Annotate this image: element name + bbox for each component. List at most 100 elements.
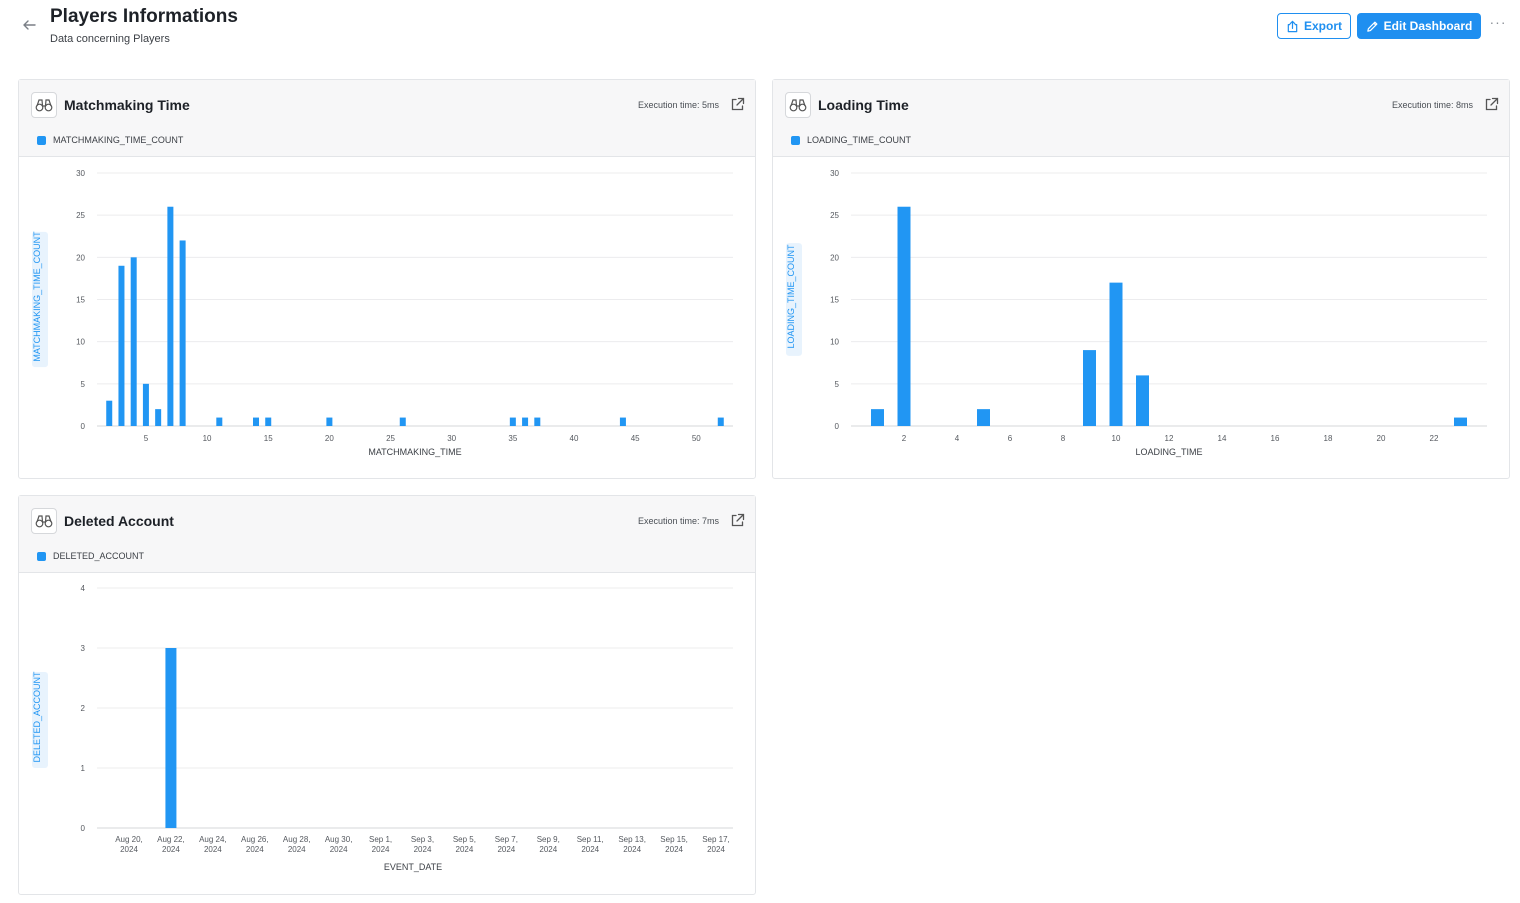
x-tick-label: 2024 [497,845,515,854]
legend-label: DELETED_ACCOUNT [53,551,145,561]
bar [130,257,137,426]
x-tick-label: 2024 [456,845,474,854]
bar [509,417,516,426]
matchmaking-time-card: Matchmaking Time Execution time: 5ms MAT… [18,79,756,479]
y-axis-label: MATCHMAKING_TIME_COUNT [32,231,42,362]
bar [1454,417,1467,426]
x-tick-label: 50 [692,434,701,443]
legend-label: MATCHMAKING_TIME_COUNT [53,135,184,145]
binoculars-icon [31,92,57,118]
x-tick-label: Aug 28, [283,835,311,844]
edit-dashboard-button[interactable]: Edit Dashboard [1357,13,1481,39]
x-tick-label: Aug 20, [115,835,143,844]
bar [717,417,724,426]
y-tick-label: 1 [81,764,86,773]
x-tick-label: Sep 1, [369,835,392,844]
y-axis-label: DELETED_ACCOUNT [32,671,42,763]
loading-time-chart: 0 5 10 15 20 25 30 LOADING_TIME_COUNT 2 4 6 8 10 12 14… [786,169,1487,457]
bar [216,417,223,426]
export-button[interactable]: Export [1277,13,1351,39]
x-tick-label: 2024 [204,845,222,854]
x-tick-label: 10 [1112,434,1121,443]
x-axis-label: MATCHMAKING_TIME [368,447,461,457]
export-label: Export [1303,19,1342,33]
more-options-icon[interactable]: ··· [1489,14,1507,36]
x-tick-label: 2024 [288,845,306,854]
matchmaking-time-chart: 0 5 10 15 20 25 30 MATCHMAKING_TIME_COUNT 5 10 15 2… [32,169,733,457]
x-tick-label: Sep 7, [495,835,518,844]
edit-dashboard-label: Edit Dashboard [1383,19,1473,33]
x-tick-label: 20 [325,434,334,443]
external-link-icon[interactable] [1484,97,1499,112]
bar [253,417,259,426]
x-tick-label: 18 [1324,434,1333,443]
x-tick-label: 2024 [581,845,599,854]
bar [977,409,990,426]
execution-time: Execution time: 7ms [637,516,719,526]
y-tick-label: 20 [76,253,85,262]
pencil-icon [1366,21,1378,32]
x-tick-label: 2 [902,434,907,443]
chart-legend: LOADING_TIME_COUNT [791,135,911,145]
execution-time: Execution time: 8ms [1391,100,1473,110]
bar [897,206,911,426]
x-tick-label: 8 [1061,434,1066,443]
bar [1083,350,1096,426]
y-tick-label: 25 [76,211,85,220]
x-tick-label: 6 [1008,434,1013,443]
binoculars-icon [31,508,57,534]
bar [522,417,529,426]
bar [399,417,406,426]
bar [1136,375,1149,426]
bar [265,417,272,426]
legend-swatch [791,135,800,145]
y-tick-label: 15 [830,296,839,305]
x-tick-label: 10 [203,434,212,443]
external-link-icon[interactable] [730,97,745,112]
y-tick-label: 30 [830,169,839,178]
x-tick-label: 2024 [330,845,348,854]
x-tick-label: 40 [570,434,579,443]
x-tick-label: Sep 11, [577,835,604,844]
y-axis-label: LOADING_TIME_COUNT [786,244,796,349]
x-tick-label: 35 [508,434,517,443]
y-tick-label: 0 [81,422,86,431]
x-tick-label: 2024 [707,845,725,854]
x-tick-label: 2024 [162,845,180,854]
y-tick-label: 2 [81,704,86,713]
page-title: Players Informations [50,6,238,27]
y-tick-label: 20 [830,253,839,262]
deleted-account-chart: 01234DELETED_ACCOUNTAug 20,2024Aug 22,20… [32,584,733,872]
x-tick-label: Sep 17, [702,835,730,844]
x-tick-label: Aug 30, [325,835,353,844]
deleted-account-card: Deleted Account Execution time: 7ms DELE… [18,495,756,895]
x-tick-label: Sep 13, [618,835,646,844]
bar [871,409,884,426]
x-tick-label: 2024 [623,845,641,854]
bar [106,400,113,426]
chart-legend: MATCHMAKING_TIME_COUNT [37,135,183,145]
execution-time: Execution time: 5ms [637,100,719,110]
legend-label: LOADING_TIME_COUNT [807,135,912,145]
card-title: Loading Time [818,97,909,113]
x-tick-label: 14 [1218,434,1227,443]
bar [179,240,186,426]
card-header: Matchmaking Time Execution time: 5ms MAT… [19,80,755,157]
bar [167,206,174,426]
arrow-left-icon[interactable] [20,16,38,34]
x-tick-label: 20 [1377,434,1386,443]
external-link-icon[interactable] [730,513,745,528]
binoculars-icon [785,92,811,118]
y-tick-label: 10 [830,338,839,347]
bar [326,417,333,426]
card-title: Deleted Account [64,513,174,529]
x-tick-label: 2024 [665,845,683,854]
y-tick-label: 5 [81,380,86,389]
x-tick-label: 2024 [414,845,432,854]
x-tick-label: 4 [955,434,960,443]
loading-time-card: Loading Time Execution time: 8ms LOADING… [772,79,1510,479]
bar [165,648,177,828]
x-tick-label: 2024 [372,845,390,854]
x-axis-label: LOADING_TIME [1135,447,1202,457]
x-tick-label: Sep 15, [660,835,688,844]
